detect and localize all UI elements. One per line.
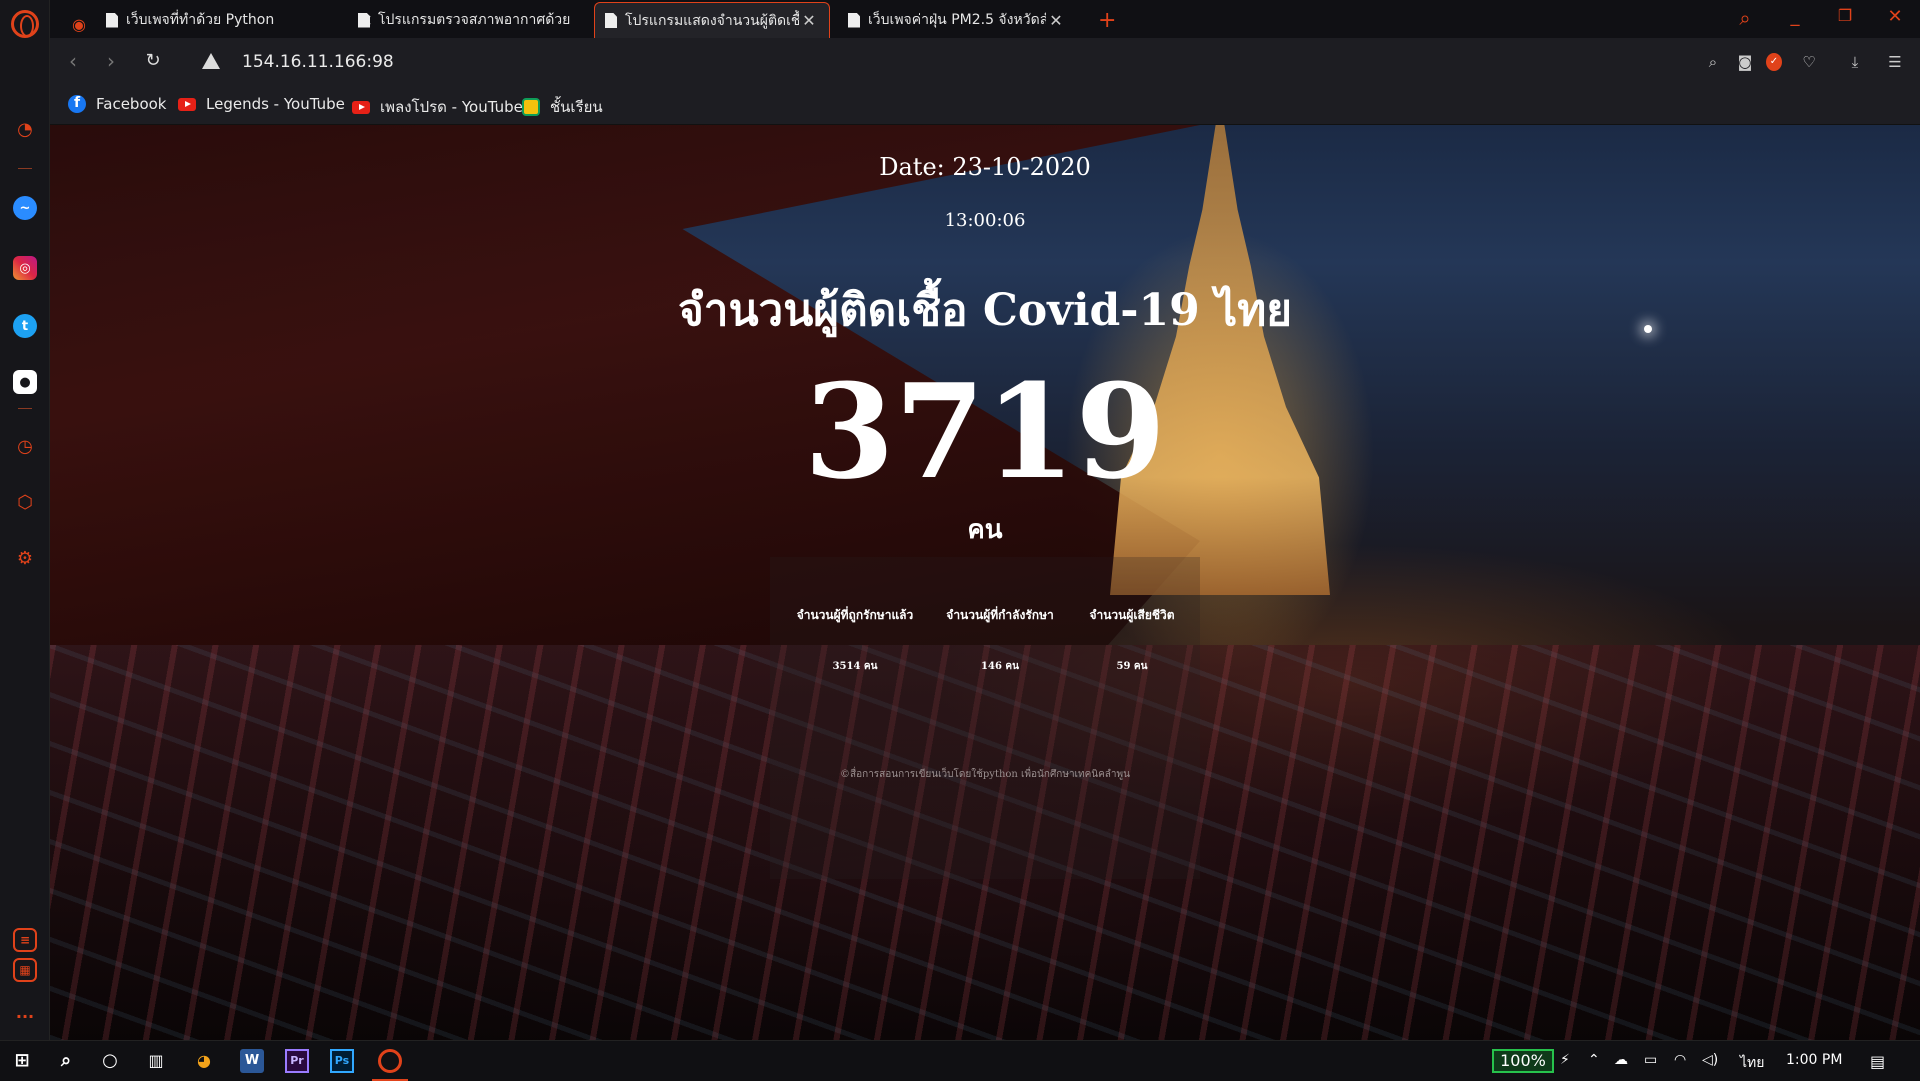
task-view-icon[interactable]: ▥	[144, 1049, 168, 1073]
search-page-icon[interactable]: ⌕	[1702, 51, 1724, 73]
opera-sidebar: ◔ ~ ◎ t ● ◷ ⬡ ⚙ ≡ ▦ ···	[0, 0, 50, 1040]
speed-dial-icon[interactable]: ◔	[13, 117, 37, 141]
page-title: จำนวนผู้ติดเชื้อ Covid-19 ไทย	[677, 285, 1293, 336]
date-label: Date: 23-10-2020	[879, 153, 1091, 181]
bookmark-facebook[interactable]: Facebook	[68, 95, 166, 113]
plug-icon[interactable]: ⚡	[1560, 1052, 1570, 1068]
total-cases: 3719	[804, 355, 1166, 508]
tab-pm25[interactable]: เว็บเพจค่าฝุ่น PM2.5 จังหวัดลำ ✕	[838, 2, 1076, 38]
tab-close-button[interactable]: ✕	[799, 11, 819, 30]
footer-credit: ©สื่อการสอนการเขียนเว็บโดยใช้python เพื่…	[840, 769, 1130, 780]
stat-treating-value: 146 คน	[981, 661, 1019, 672]
document-icon	[848, 12, 860, 28]
covid-dashboard: Date: 23-10-2020 13:00:06 จำนวนผู้ติดเชื…	[50, 125, 1920, 1040]
snapshot-icon[interactable]: ◙	[1734, 51, 1756, 73]
minimize-icon[interactable]: _	[1780, 6, 1810, 27]
address-bar: ‹ › ↻ 154.16.11.166:98 ⌕ ◙ ✓ ♡ ⤓ ☰	[50, 38, 1920, 85]
tab-strip: ◉ เว็บเพจที่ทำด้วย Python ✕ โปรแกรมตรวจส…	[50, 0, 1920, 38]
bookmark-favorite-songs[interactable]: เพลงโปรด - YouTube	[352, 95, 523, 119]
stat-recovered-value: 3514 คน	[832, 661, 878, 672]
battery-saver-icon[interactable]: ≡	[13, 928, 37, 952]
settings-icon[interactable]: ⚙	[13, 546, 37, 570]
bookmarks-bar: Facebook Legends - YouTube เพลงโปรด - Yo…	[50, 85, 1920, 125]
battery-percent[interactable]: 100%	[1492, 1049, 1554, 1073]
facebook-icon	[68, 95, 86, 113]
ram-icon[interactable]: ▦	[13, 958, 37, 982]
total-cases-unit: คน	[967, 515, 1003, 545]
heart-icon[interactable]: ♡	[1798, 51, 1820, 73]
photoshop-icon[interactable]: Ps	[330, 1049, 354, 1073]
notifications-icon[interactable]: ▤	[1870, 1052, 1885, 1071]
windows-taskbar: ⊞ ⌕ ○ ▥ ◕ W Pr Ps 100% ⚡ ⌃ ☁ ▭ ◠ ◁) ไทย …	[0, 1040, 1920, 1081]
wifi-icon[interactable]: ◠	[1674, 1052, 1686, 1068]
document-icon	[358, 12, 370, 28]
new-tab-button[interactable]: +	[1088, 2, 1126, 38]
opera-taskbar-icon[interactable]	[378, 1049, 402, 1073]
messenger-icon[interactable]: ~	[13, 196, 37, 220]
history-icon[interactable]: ◷	[13, 434, 37, 458]
close-window-icon[interactable]: ✕	[1880, 6, 1910, 27]
twitter-icon[interactable]: t	[13, 314, 37, 338]
sidebar-divider	[18, 168, 32, 169]
page-viewport: Date: 23-10-2020 13:00:06 จำนวนผู้ติดเชื…	[50, 125, 1920, 1040]
stat-recovered-label: จำนวนผู้ที่ถูกรักษาแล้ว	[796, 608, 914, 622]
tab-python-web[interactable]: เว็บเพจที่ทำด้วย Python ✕	[96, 2, 386, 38]
stat-treating-label: จำนวนผู้ที่กำลังรักษา	[946, 608, 1054, 622]
bookmark-classroom[interactable]: ชั้นเรียน	[522, 95, 603, 119]
restore-icon[interactable]: ❐	[1830, 6, 1860, 25]
youtube-icon	[352, 100, 370, 114]
premiere-icon[interactable]: Pr	[285, 1049, 309, 1073]
instagram-icon[interactable]: ◎	[13, 256, 37, 280]
word-icon[interactable]: W	[240, 1049, 264, 1073]
discord-icon[interactable]: ●	[13, 370, 37, 394]
stat-deaths-label: จำนวนผู้เสียชีวิต	[1089, 608, 1175, 622]
not-secure-warning-icon[interactable]	[202, 53, 220, 69]
adblock-shield-icon[interactable]: ✓	[1766, 53, 1782, 71]
document-icon	[605, 13, 617, 28]
chrome-icon[interactable]: ◕	[192, 1049, 216, 1073]
forward-icon[interactable]: ›	[98, 48, 124, 74]
stats-panel	[770, 557, 1200, 879]
language-indicator[interactable]: ไทย	[1740, 1052, 1764, 1074]
cortana-icon[interactable]: ○	[98, 1049, 122, 1073]
gamepad-icon[interactable]: ◉	[62, 6, 90, 42]
tab-covid[interactable]: โปรแกรมแสดงจำนวนผู้ติดเชื้อ C ✕	[594, 2, 830, 38]
sidebar-divider	[18, 408, 32, 409]
url-field[interactable]: 154.16.11.166:98	[242, 52, 394, 72]
stat-deaths-value: 59 คน	[1116, 661, 1148, 672]
system-clock[interactable]: 1:00 PM	[1786, 1052, 1842, 1068]
download-icon[interactable]: ⤓	[1844, 51, 1866, 73]
battery-icon[interactable]: ▭	[1644, 1052, 1657, 1068]
time-label: 13:00:06	[944, 210, 1026, 231]
search-tabs-icon[interactable]: ⌕	[1730, 6, 1760, 30]
document-icon	[106, 12, 118, 28]
extensions-icon[interactable]: ⬡	[13, 490, 37, 514]
easy-setup-icon[interactable]: ☰	[1884, 51, 1906, 73]
youtube-icon	[178, 97, 196, 111]
more-icon[interactable]: ···	[13, 1004, 37, 1028]
onedrive-icon[interactable]: ☁	[1614, 1052, 1628, 1068]
back-icon[interactable]: ‹	[60, 48, 86, 74]
bookmark-legends-youtube[interactable]: Legends - YouTube	[178, 95, 345, 113]
volume-icon[interactable]: ◁)	[1702, 1052, 1718, 1068]
classroom-icon	[522, 98, 540, 116]
reload-icon[interactable]: ↻	[140, 48, 166, 74]
show-hidden-icons[interactable]: ⌃	[1588, 1052, 1600, 1068]
search-icon[interactable]: ⌕	[54, 1049, 78, 1073]
tab-close-button[interactable]: ✕	[1046, 11, 1066, 30]
windows-start-icon[interactable]: ⊞	[10, 1049, 34, 1073]
opera-logo-icon[interactable]	[11, 10, 39, 38]
